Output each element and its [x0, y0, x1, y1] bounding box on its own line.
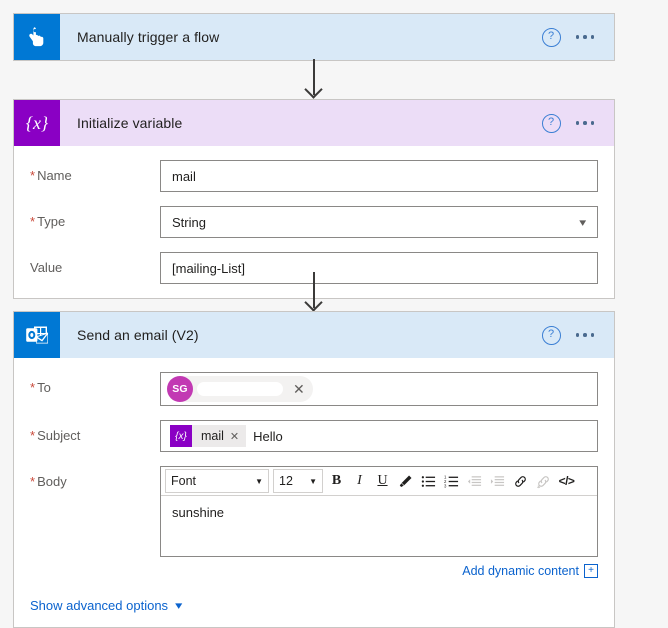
add-dynamic-content-plus-icon[interactable]: + [584, 564, 598, 578]
variable-token-icon: {x} [170, 425, 192, 447]
add-dynamic-content-row: Add dynamic content + [14, 557, 614, 578]
trigger-card-title: Manually trigger a flow [77, 29, 220, 45]
rich-text-toolbar: Font ▼ 12 ▼ B I U 1 2 3 </> [161, 467, 597, 496]
required-marker: * [30, 474, 36, 489]
field-label-value: Value [30, 260, 63, 275]
field-row-type: * Type String ▾ [14, 206, 614, 238]
numbered-list-icon[interactable]: 1 2 3 [440, 470, 463, 493]
field-row-subject: * Subject {x} mail ✕ Hello [14, 420, 614, 452]
outlook-icon [14, 312, 60, 358]
variable-type-select[interactable]: String ▾ [160, 206, 598, 238]
chevron-down-icon: ▾ [175, 600, 183, 612]
chevron-down-icon: ▼ [255, 476, 263, 486]
email-to-input[interactable]: SG ✕ [160, 372, 598, 406]
chevron-down-icon: ▼ [309, 476, 317, 486]
more-options-icon[interactable] [572, 116, 599, 130]
help-icon[interactable]: ? [541, 113, 561, 133]
email-card-body: * To SG ✕ * Subject {x} mail ✕ Hello * B… [14, 372, 614, 627]
variable-value-input[interactable]: [mailing-List] [160, 252, 598, 284]
text-highlight-icon[interactable] [394, 470, 417, 493]
avatar: SG [167, 376, 193, 402]
bold-icon[interactable]: B [325, 470, 348, 493]
remove-recipient-icon[interactable]: ✕ [293, 382, 305, 396]
trigger-card-header[interactable]: Manually trigger a flow ? [14, 14, 614, 60]
help-icon[interactable]: ? [541, 27, 561, 47]
email-subject-input[interactable]: {x} mail ✕ Hello [160, 420, 598, 452]
variable-card-title: Initialize variable [77, 115, 183, 131]
code-view-icon[interactable]: </> [555, 470, 578, 493]
bulleted-list-icon[interactable] [417, 470, 440, 493]
email-body-text[interactable]: sunshine [161, 496, 597, 556]
email-card-title: Send an email (V2) [77, 327, 199, 343]
action-card-initialize-variable[interactable]: {x} Initialize variable ? * Name mail * Ty… [13, 99, 615, 299]
email-subject-text: Hello [253, 428, 283, 444]
variable-card-header-actions: ? [541, 113, 615, 133]
initialize-variable-braces-icon: {x} [14, 100, 60, 146]
recipient-chip[interactable]: SG ✕ [167, 376, 313, 402]
action-card-send-an-email[interactable]: Send an email (V2) ? * To SG ✕ * Subject… [13, 311, 615, 628]
variable-name-input[interactable]: mail [160, 160, 598, 192]
connector-arrow-trigger-to-variable [313, 59, 315, 95]
underline-icon[interactable]: U [371, 470, 394, 493]
required-marker: * [30, 168, 36, 183]
show-advanced-options-link[interactable]: Show advanced options [30, 598, 168, 613]
increase-indent-icon [486, 470, 509, 493]
trigger-card-manually-trigger-a-flow[interactable]: Manually trigger a flow ? [13, 13, 615, 61]
field-row-body: * Body Font ▼ 12 ▼ B I U 1 2 3 </> sunsh… [14, 466, 614, 557]
remove-token-icon[interactable]: ✕ [230, 430, 246, 443]
variable-card-header[interactable]: {x} Initialize variable ? [14, 100, 614, 146]
help-icon[interactable]: ? [541, 325, 561, 345]
field-label-name: * Name [30, 168, 72, 183]
more-options-icon[interactable] [572, 30, 599, 44]
connector-arrow-variable-to-email [313, 272, 315, 308]
svg-text:3: 3 [444, 483, 447, 488]
email-card-header[interactable]: Send an email (V2) ? [14, 312, 614, 358]
flow-designer-canvas: Manually trigger a flow ? {x} Initialize… [0, 0, 668, 628]
more-options-icon[interactable] [572, 328, 599, 342]
font-size-select[interactable]: 12 ▼ [273, 469, 323, 493]
chevron-down-icon: ▾ [579, 216, 587, 229]
field-row-to: * To SG ✕ [14, 372, 614, 406]
decrease-indent-icon [463, 470, 486, 493]
required-marker: * [30, 428, 36, 443]
manual-trigger-hand-icon [14, 14, 60, 60]
field-label-type: * Type [30, 214, 66, 229]
required-marker: * [30, 380, 36, 395]
token-label: mail [201, 429, 224, 443]
field-row-name: * Name mail [14, 160, 614, 192]
font-size-value: 12 [279, 474, 293, 488]
font-family-value: Font [171, 474, 197, 488]
required-marker: * [30, 214, 36, 229]
trigger-card-header-actions: ? [541, 27, 615, 47]
insert-link-icon[interactable] [509, 470, 532, 493]
email-card-header-actions: ? [541, 325, 615, 345]
field-label-body: * Body [30, 474, 67, 489]
add-dynamic-content-link[interactable]: Add dynamic content [462, 564, 579, 578]
variable-type-value: String [172, 214, 206, 230]
italic-icon[interactable]: I [348, 470, 371, 493]
field-label-to: * To [30, 380, 51, 395]
font-family-select[interactable]: Font ▼ [165, 469, 269, 493]
field-label-subject: * Subject [30, 428, 81, 443]
email-body-rich-text-editor[interactable]: Font ▼ 12 ▼ B I U 1 2 3 </> sunshine [160, 466, 598, 557]
show-advanced-options-row[interactable]: Show advanced options ▾ [14, 598, 614, 613]
dynamic-content-token-mail[interactable]: {x} mail ✕ [170, 425, 247, 447]
recipient-name-redacted [197, 382, 283, 396]
variable-icon-text: {x} [25, 112, 49, 133]
remove-link-icon [532, 470, 555, 493]
